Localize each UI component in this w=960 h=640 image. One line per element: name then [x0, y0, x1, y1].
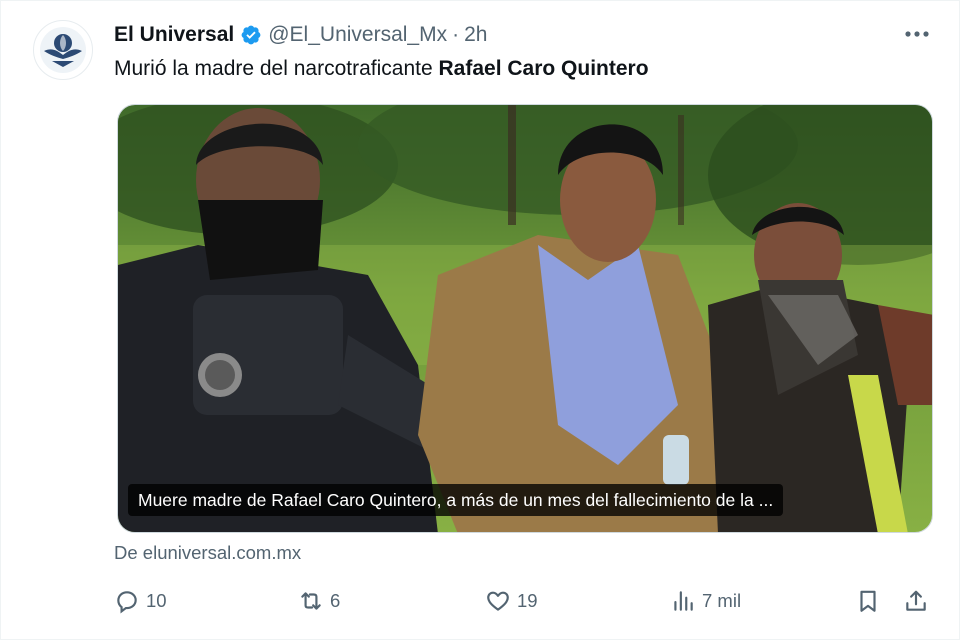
author-name[interactable]: El Universal — [114, 23, 234, 47]
tweet-text-prefix: Murió la madre del narcotraficante — [114, 57, 439, 80]
like-button[interactable]: 19 — [485, 585, 538, 617]
share-icon — [906, 590, 926, 611]
verified-badge-icon — [241, 25, 261, 45]
author-handle[interactable]: @El_Universal_Mx — [268, 23, 447, 47]
tweet-actions: 10 6 19 7 mil — [114, 585, 934, 617]
tweet-text: Murió la madre del narcotraficante Rafae… — [114, 57, 649, 81]
media-caption: Muere madre de Rafael Caro Quintero, a m… — [128, 484, 784, 516]
views-icon — [674, 591, 693, 611]
reply-button[interactable]: 10 — [114, 585, 167, 617]
post-time[interactable]: 2h — [464, 23, 487, 47]
share-button[interactable] — [903, 585, 935, 617]
tweet-card[interactable]: El Universal @El_Universal_Mx · 2h Murió… — [0, 0, 960, 640]
link-card-media[interactable]: Muere madre de Rafael Caro Quintero, a m… — [117, 104, 933, 533]
repost-button[interactable]: 6 — [298, 585, 340, 617]
repost-icon — [301, 592, 321, 610]
bookmark-icon — [860, 590, 876, 612]
more-icon — [905, 31, 929, 37]
el-universal-logo — [40, 27, 86, 73]
like-count: 19 — [517, 590, 538, 611]
heart-icon — [487, 591, 509, 611]
news-photo — [118, 105, 932, 532]
avatar[interactable] — [33, 20, 93, 80]
views-button[interactable]: 7 mil — [670, 585, 741, 617]
more-button[interactable] — [901, 23, 933, 45]
bookmark-button[interactable] — [855, 585, 887, 617]
repost-count: 6 — [330, 590, 341, 611]
tweet-header: El Universal @El_Universal_Mx · 2h — [114, 21, 487, 49]
reply-count: 10 — [146, 590, 167, 611]
tweet-text-bold: Rafael Caro Quintero — [438, 57, 649, 80]
reply-icon — [117, 591, 137, 614]
link-source[interactable]: De eluniversal.com.mx — [114, 542, 301, 564]
separator-dot: · — [452, 23, 460, 46]
views-count: 7 mil — [702, 590, 742, 611]
